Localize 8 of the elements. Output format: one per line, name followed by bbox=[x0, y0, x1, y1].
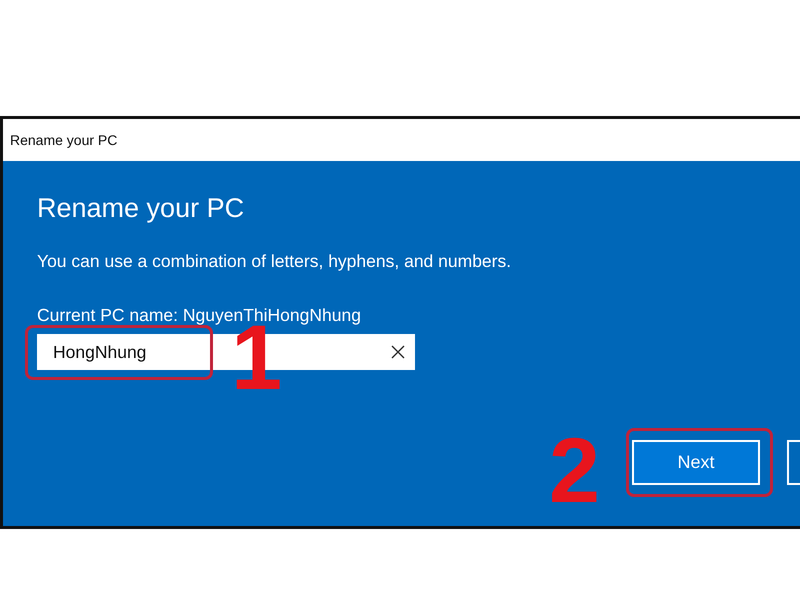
partial-button[interactable] bbox=[787, 440, 800, 485]
step-number: 2 bbox=[548, 425, 600, 517]
clear-icon[interactable] bbox=[391, 345, 405, 359]
next-button[interactable]: Next bbox=[632, 440, 760, 485]
window-title: Rename your PC bbox=[10, 132, 118, 148]
current-name-label: Current PC name: NguyenThiHongNhung bbox=[37, 305, 362, 326]
dialog-heading: Rename your PC bbox=[37, 193, 246, 224]
description-text: You can use a combination of letters, hyphens, and numbers. bbox=[37, 251, 512, 272]
